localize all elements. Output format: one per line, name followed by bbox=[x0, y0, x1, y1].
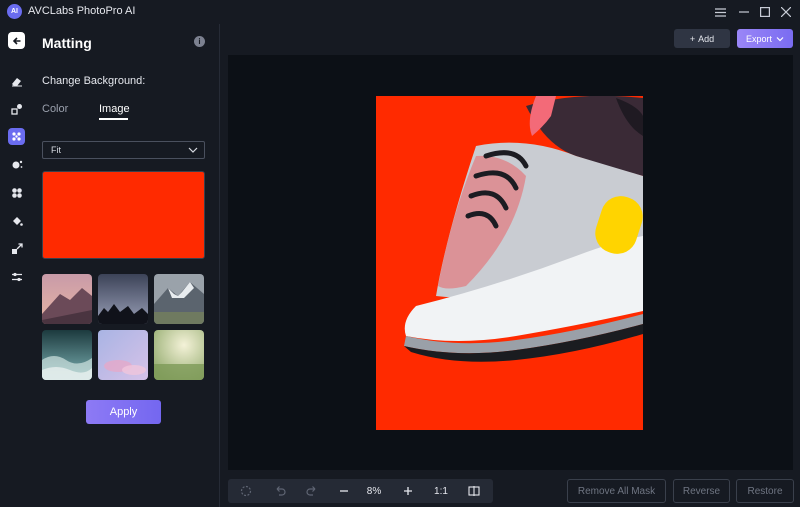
add-button-label: Add bbox=[698, 33, 715, 44]
export-button[interactable]: Export bbox=[737, 29, 793, 48]
lasso-icon[interactable] bbox=[238, 483, 254, 499]
matting-panel: Matting i Change Background: Color Image… bbox=[33, 24, 219, 507]
sneaker-image bbox=[404, 96, 643, 362]
hamburger-icon[interactable] bbox=[711, 3, 729, 21]
thumb-green-meadow[interactable] bbox=[154, 330, 204, 380]
zoom-in-icon[interactable] bbox=[400, 483, 416, 499]
remove-all-mask-button[interactable]: Remove All Mask bbox=[567, 479, 666, 503]
undo-icon[interactable] bbox=[272, 483, 288, 499]
eraser-icon[interactable] bbox=[8, 72, 25, 89]
enhance-icon[interactable] bbox=[8, 156, 25, 173]
zoom-out-icon[interactable] bbox=[336, 483, 352, 499]
maximize-icon[interactable] bbox=[756, 3, 774, 21]
plus-icon: + bbox=[689, 33, 696, 44]
redo-icon[interactable] bbox=[304, 483, 320, 499]
thumb-ocean-wave[interactable] bbox=[42, 330, 92, 380]
actual-size-button[interactable]: 1:1 bbox=[432, 483, 450, 499]
matting-icon[interactable] bbox=[8, 128, 25, 145]
tab-image[interactable]: Image bbox=[99, 103, 130, 115]
adjust-icon[interactable] bbox=[8, 268, 25, 285]
minimize-icon[interactable] bbox=[735, 3, 753, 21]
background-preview[interactable] bbox=[42, 171, 205, 259]
shapes-icon[interactable] bbox=[8, 100, 25, 117]
reverse-button[interactable]: Reverse bbox=[673, 479, 730, 503]
fit-select[interactable]: Fit bbox=[42, 141, 205, 159]
tool-rail bbox=[0, 24, 33, 507]
close-icon[interactable] bbox=[777, 3, 795, 21]
app-title: AVCLabs PhotoPro AI bbox=[28, 5, 136, 17]
panel-divider bbox=[219, 24, 220, 507]
change-background-label: Change Background: bbox=[42, 75, 146, 87]
export-button-label: Export bbox=[745, 33, 772, 44]
colorize-icon[interactable] bbox=[8, 184, 25, 201]
tab-color[interactable]: Color bbox=[42, 103, 68, 115]
apply-button[interactable]: Apply bbox=[86, 400, 161, 424]
back-icon bbox=[12, 36, 20, 45]
chevron-down-icon bbox=[188, 147, 198, 153]
tab-active-indicator bbox=[99, 118, 128, 120]
chevron-down-icon bbox=[776, 36, 784, 41]
add-button[interactable]: + Add bbox=[674, 29, 730, 48]
restore-button[interactable]: Restore bbox=[736, 479, 794, 503]
photo-preview bbox=[376, 96, 643, 430]
back-button[interactable] bbox=[8, 32, 25, 49]
canvas-toolbar: 8% 1:1 bbox=[228, 479, 493, 503]
thumb-dusk-trees[interactable] bbox=[98, 274, 148, 324]
info-icon[interactable]: i bbox=[194, 36, 205, 47]
thumb-mountain-sunset[interactable] bbox=[42, 274, 92, 324]
compare-icon[interactable] bbox=[466, 483, 482, 499]
title-bar: AI AVCLabs PhotoPro AI bbox=[0, 0, 800, 24]
fill-icon[interactable] bbox=[8, 212, 25, 229]
app-logo: AI bbox=[7, 4, 22, 19]
fit-select-value: Fit bbox=[51, 145, 61, 155]
panel-title: Matting bbox=[42, 35, 92, 51]
thumb-snowy-mountains[interactable] bbox=[154, 274, 204, 324]
thumb-pastel-clouds[interactable] bbox=[98, 330, 148, 380]
upscale-icon[interactable] bbox=[8, 240, 25, 257]
zoom-level: 8% bbox=[366, 485, 382, 497]
